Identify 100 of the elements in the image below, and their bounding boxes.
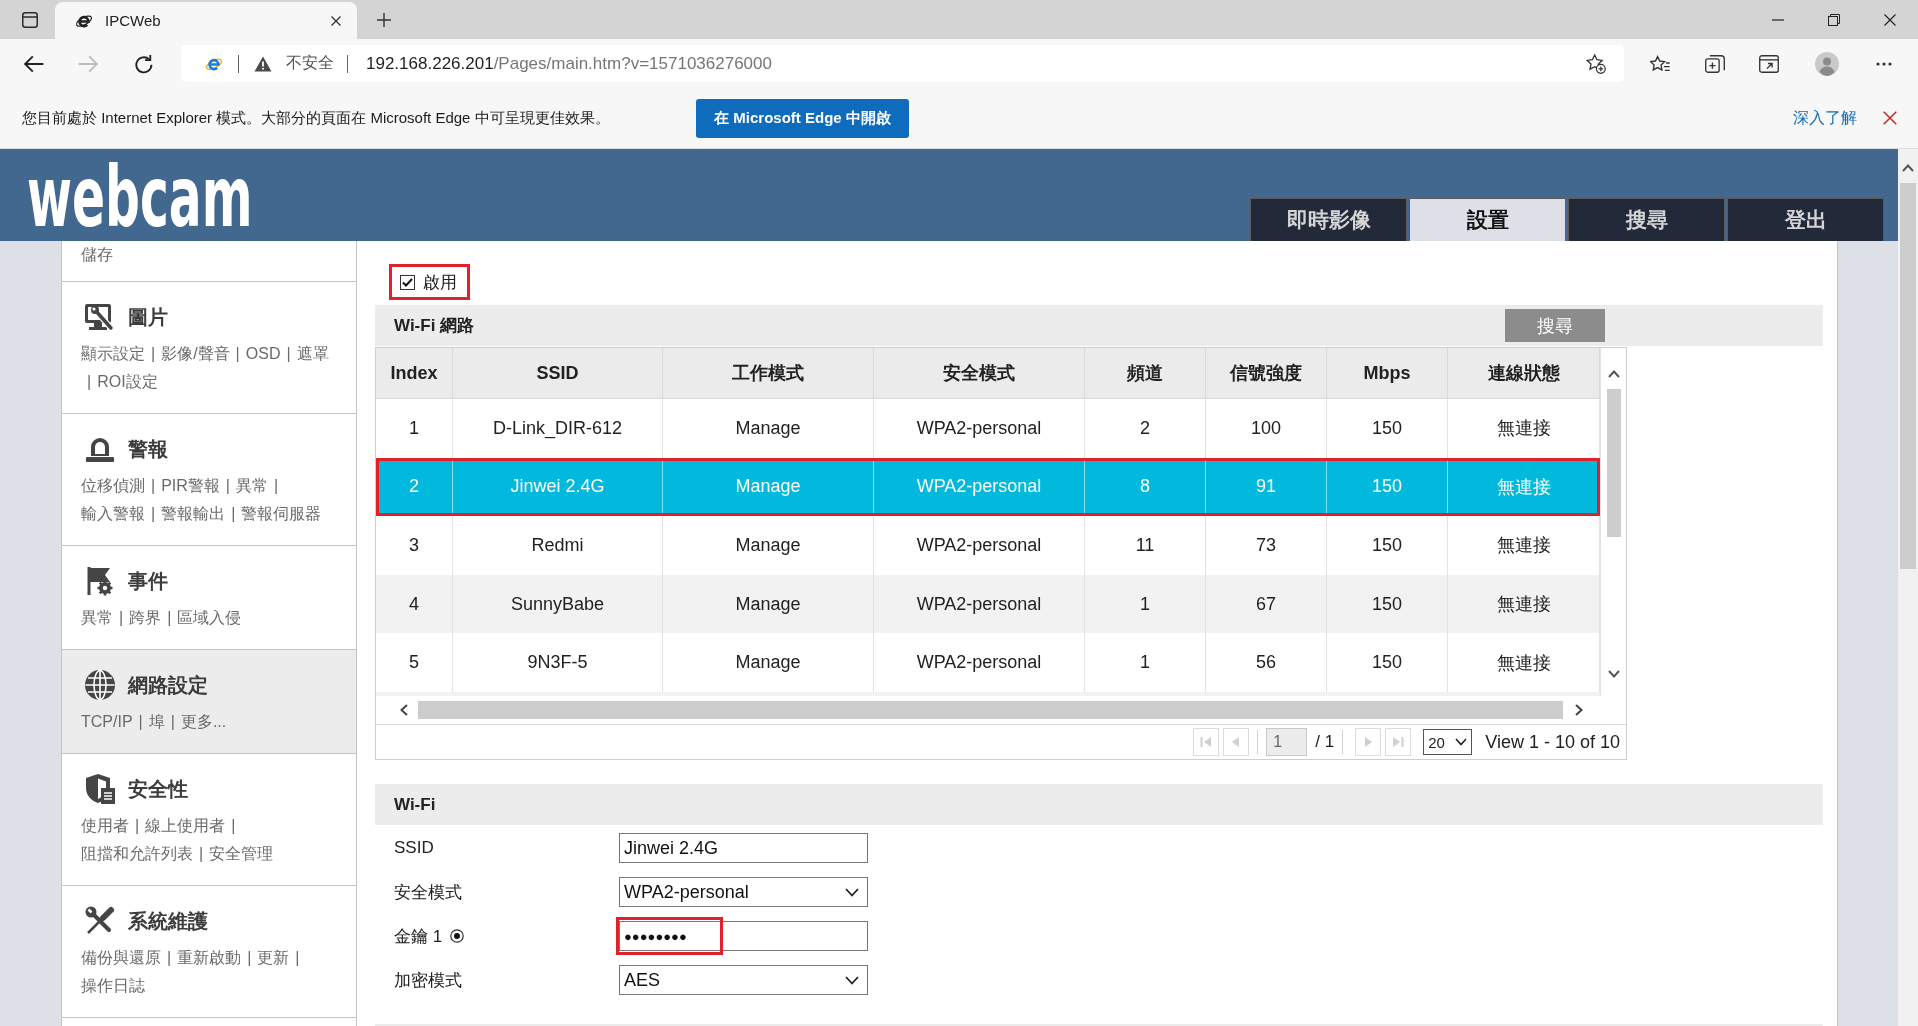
shield-document-icon bbox=[84, 773, 116, 805]
sidebar-link[interactable]: 位移偵測 bbox=[81, 472, 145, 500]
table-cell: 無連接 bbox=[1448, 633, 1600, 692]
link-separator: | bbox=[295, 948, 300, 968]
link-separator: | bbox=[151, 476, 156, 496]
password-input[interactable]: ●●●●●●●● bbox=[619, 921, 868, 951]
more-icon[interactable] bbox=[1876, 61, 1892, 66]
sidebar-link[interactable]: OSD bbox=[245, 340, 281, 368]
tab-actions-icon[interactable] bbox=[22, 11, 38, 28]
scrollbar-thumb[interactable] bbox=[418, 701, 1563, 719]
profile-avatar-icon[interactable] bbox=[1815, 51, 1839, 76]
sidebar-section-title[interactable]: 事件 bbox=[128, 567, 168, 595]
sidebar-link[interactable]: 操作日誌 bbox=[81, 972, 145, 1000]
link-separator: | bbox=[119, 608, 124, 628]
link-separator: | bbox=[286, 344, 291, 364]
link-separator: | bbox=[231, 816, 236, 836]
sidebar-link[interactable]: 埠 bbox=[148, 708, 165, 736]
chevron-down-icon bbox=[845, 975, 859, 985]
minimize-icon[interactable] bbox=[1772, 18, 1784, 21]
sidebar-link[interactable]: 備份與還原 bbox=[81, 944, 161, 972]
favorites-star-icon[interactable] bbox=[1650, 54, 1670, 73]
sidebar-section[interactable]: 網路設定 TCP/IP | 埠 | 更多... bbox=[62, 650, 356, 754]
sidebar-link[interactable]: 警報伺服器 bbox=[241, 500, 322, 528]
page-summary: View 1 - 10 of 10 bbox=[1485, 731, 1620, 753]
chevron-left-icon[interactable] bbox=[400, 704, 408, 716]
page-number-input[interactable]: 1 bbox=[1266, 728, 1308, 756]
sidebar-link[interactable]: ROI設定 bbox=[97, 368, 158, 396]
sidebar-link[interactable]: 遮罩 bbox=[296, 340, 329, 368]
checkbox[interactable] bbox=[400, 274, 415, 290]
sidebar-link[interactable]: 異常 bbox=[81, 604, 113, 632]
sidebar-link[interactable]: PIR警報 bbox=[161, 472, 220, 500]
nav-tab[interactable]: 即時影像 bbox=[1250, 198, 1407, 241]
table-cell: 150 bbox=[1327, 516, 1448, 575]
sidebar-link[interactable]: 更多... bbox=[180, 708, 227, 736]
table-cell: 無連接 bbox=[1448, 516, 1600, 575]
chevron-up-icon[interactable] bbox=[1902, 164, 1914, 172]
search-button[interactable]: 搜尋 bbox=[1505, 309, 1605, 342]
sidebar-link[interactable]: 顯示設定 bbox=[81, 340, 145, 368]
close-icon[interactable] bbox=[331, 15, 341, 26]
sidebar-link[interactable]: 區域入侵 bbox=[177, 604, 242, 632]
table-cell: 150 bbox=[1327, 633, 1448, 692]
dropdown-select[interactable]: AES bbox=[619, 965, 868, 995]
globe-icon bbox=[84, 669, 116, 701]
new-tab-icon[interactable] bbox=[377, 12, 391, 27]
sidebar-link[interactable]: 阻擋和允許列表 bbox=[81, 840, 193, 868]
link-separator: | bbox=[151, 504, 156, 524]
radio-button[interactable] bbox=[450, 929, 465, 943]
nav-tab[interactable]: 搜尋 bbox=[1568, 198, 1725, 241]
table-cell: WPA2-personal bbox=[874, 633, 1085, 692]
chevron-right-icon[interactable] bbox=[1575, 704, 1583, 716]
restore-icon[interactable] bbox=[1828, 13, 1840, 26]
table-cell: 無連接 bbox=[1448, 399, 1600, 458]
refresh-icon[interactable] bbox=[134, 53, 154, 74]
e-logo-icon bbox=[205, 55, 223, 72]
nav-tab[interactable]: 設置 bbox=[1409, 198, 1566, 241]
sidebar-section-title[interactable]: 系統維護 bbox=[128, 907, 208, 935]
url-text[interactable]: 192.168.226.201/Pages/main.htm?v=1571036276000 bbox=[366, 53, 772, 74]
scrollbar-thumb[interactable] bbox=[1900, 183, 1916, 569]
sidebar-link[interactable]: 影像/聲音 bbox=[161, 340, 230, 368]
sidebar-link[interactable]: 使用者 bbox=[81, 812, 129, 840]
close-icon[interactable] bbox=[1884, 13, 1896, 26]
back-arrow-icon[interactable] bbox=[24, 54, 44, 73]
star-plus-icon[interactable] bbox=[1586, 53, 1606, 74]
sidebar-link[interactable]: 跨界 bbox=[129, 604, 162, 632]
close-icon[interactable] bbox=[1883, 111, 1897, 125]
sidebar-link[interactable]: TCP/IP bbox=[81, 708, 133, 736]
sidebar-section-title[interactable]: 網路設定 bbox=[128, 671, 208, 699]
sidebar-section-title[interactable]: 圖片 bbox=[128, 303, 168, 331]
chevron-down-icon[interactable] bbox=[1607, 670, 1620, 678]
learn-more-link[interactable]: 深入了解 bbox=[1793, 107, 1857, 129]
sidebar-section-title[interactable]: 安全性 bbox=[128, 775, 188, 803]
checkbox-label[interactable]: 啟用 bbox=[423, 270, 457, 294]
sidebar-link[interactable]: 儲存 bbox=[81, 241, 113, 269]
sidebar-link[interactable]: 重新啟動 bbox=[177, 944, 242, 972]
address-bar[interactable]: 不安全 192.168.226.201/Pages/main.htm?v=1571036276000 bbox=[181, 45, 1624, 82]
field-label: 加密模式 bbox=[394, 969, 462, 992]
sidebar-link[interactable]: 更新 bbox=[257, 944, 290, 972]
nav-tab[interactable]: 登出 bbox=[1727, 198, 1884, 241]
open-in-edge-button[interactable]: 在 Microsoft Edge 中開啟 bbox=[696, 98, 909, 138]
collections-icon[interactable] bbox=[1705, 54, 1725, 73]
dropdown-select[interactable]: WPA2-personal bbox=[619, 877, 868, 907]
table-row[interactable]: 4 SunnyBabe Manage WPA2-personal 1 67 150 無連接 bbox=[376, 574, 1600, 634]
sidebar-link[interactable]: 線上使用者 bbox=[145, 812, 226, 840]
sidebar-section-title[interactable]: 警報 bbox=[128, 435, 168, 463]
warning-icon[interactable] bbox=[254, 55, 272, 72]
sidebar-link[interactable]: 警報輸出 bbox=[161, 500, 226, 528]
security-label[interactable]: 不安全 bbox=[286, 53, 334, 74]
sidebar-link[interactable]: 安全管理 bbox=[209, 840, 274, 868]
table-cell: 2 bbox=[1085, 399, 1206, 458]
table-cell: 11 bbox=[1085, 516, 1206, 575]
link-separator: | bbox=[225, 476, 230, 496]
chevron-up-icon[interactable] bbox=[1607, 370, 1620, 378]
sidebar-link[interactable]: 異常 bbox=[236, 472, 268, 500]
sidebar-link[interactable]: 輸入警報 bbox=[81, 500, 145, 528]
table-cell: 150 bbox=[1327, 399, 1448, 458]
table-cell: Manage bbox=[663, 633, 874, 692]
browser-tab[interactable]: IPCWeb bbox=[55, 2, 357, 39]
scrollbar-thumb[interactable] bbox=[1606, 389, 1621, 537]
page-size-select[interactable]: 20 bbox=[1423, 729, 1473, 755]
text-input[interactable]: Jinwei 2.4G bbox=[619, 833, 868, 863]
